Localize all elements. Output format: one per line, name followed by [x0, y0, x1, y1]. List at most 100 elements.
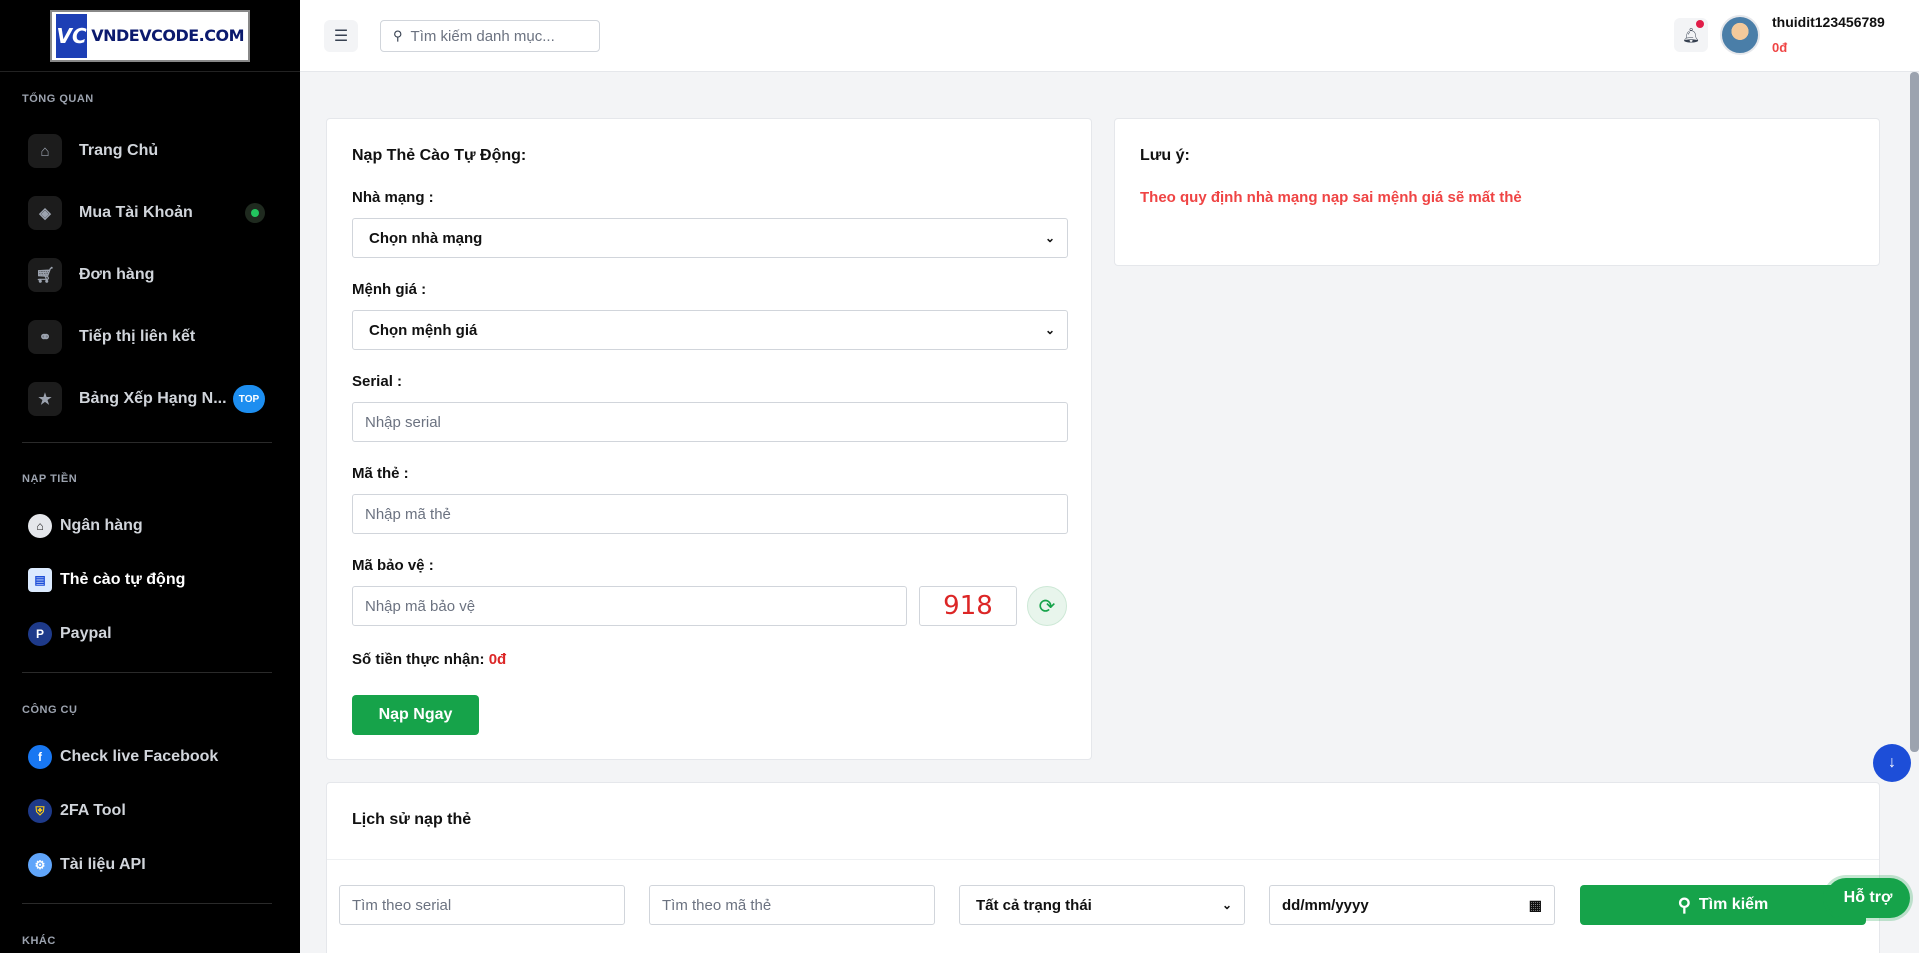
- received-value: 0đ: [488, 651, 507, 668]
- serial-filter-placeholder: Tìm theo serial: [352, 896, 452, 914]
- arrow-down-icon: ↓: [1888, 754, 1896, 771]
- sidebar-item-api-docs[interactable]: ⚙ Tài liệu API: [28, 850, 146, 880]
- username[interactable]: thuidit123456789: [1772, 14, 1885, 30]
- captcha-code: 918: [919, 586, 1017, 626]
- captcha-input[interactable]: Nhập mã bảo vệ: [352, 586, 907, 626]
- card-code-placeholder: Nhập mã thẻ: [365, 505, 451, 523]
- refresh-icon: ⟳: [1038, 595, 1056, 618]
- sidebar-item-orders[interactable]: 🛒︎ Đơn hàng: [28, 255, 273, 295]
- sidebar-item-home[interactable]: ⌂ Trang Chủ: [28, 131, 273, 171]
- history-title: Lịch sử nạp thẻ: [352, 811, 472, 828]
- note-card: Lưu ý: Theo quy định nhà mạng nạp sai mệ…: [1114, 118, 1880, 266]
- search-input[interactable]: ⚲ Tìm kiếm danh mục...: [380, 20, 600, 52]
- amount-select[interactable]: Chọn mệnh giá ⌄: [352, 310, 1068, 350]
- sidebar-item-paypal[interactable]: P Paypal: [28, 619, 112, 649]
- submit-topup-button[interactable]: Nạp Ngay: [352, 695, 479, 735]
- note-title: Lưu ý:: [1140, 147, 1190, 164]
- sidebar-divider: [22, 442, 272, 443]
- menu-toggle-button[interactable]: ☰: [324, 20, 358, 52]
- topup-form-title: Nạp Thẻ Cào Tự Động:: [352, 147, 527, 164]
- sidebar-divider: [22, 903, 272, 904]
- received-amount: Số tiền thực nhận: 0đ: [352, 651, 506, 668]
- note-text: Theo quy định nhà mạng nạp sai mệnh giá …: [1140, 189, 1522, 206]
- cart-icon: 🛒︎: [28, 258, 62, 292]
- history-divider: [327, 859, 1879, 860]
- date-filter-value: dd/mm/yyyy: [1282, 896, 1369, 914]
- code-filter-input[interactable]: Tìm theo mã thẻ: [649, 885, 935, 925]
- serial-filter-input[interactable]: Tìm theo serial: [339, 885, 625, 925]
- support-label: Hỗ trợ: [1843, 889, 1893, 906]
- search-icon: ⚲: [1677, 894, 1691, 915]
- card-icon: ▤: [28, 568, 52, 592]
- sidebar-item-label: Đơn hàng: [79, 266, 155, 283]
- sidebar-item-leaderboard[interactable]: ★ Bảng Xếp Hạng N... TOP: [28, 379, 273, 419]
- history-search-button[interactable]: ⚲ Tìm kiếm: [1580, 885, 1866, 925]
- sidebar-item-label: Paypal: [60, 625, 112, 642]
- section-title-other: KHÁC: [22, 935, 56, 947]
- serial-input[interactable]: Nhập serial: [352, 402, 1068, 442]
- sidebar-item-label: Trang Chủ: [79, 142, 159, 159]
- online-status-dot: [245, 203, 265, 223]
- chevron-down-icon: ⌄: [1044, 323, 1055, 337]
- captcha-label: Mã bảo vệ :: [352, 557, 434, 574]
- chevron-down-icon: ⌄: [1044, 231, 1055, 245]
- status-filter-select[interactable]: Tất cả trạng thái ⌄: [959, 885, 1245, 925]
- sidebar-item-affiliate[interactable]: ⚭ Tiếp thị liên kết: [28, 317, 273, 357]
- received-label: Số tiền thực nhận:: [352, 651, 485, 668]
- paypal-icon: P: [28, 622, 52, 646]
- carrier-select[interactable]: Chọn nhà mạng ⌄: [352, 218, 1068, 258]
- trophy-icon: ★: [28, 382, 62, 416]
- section-title-topup: NẠP TIỀN: [22, 473, 78, 485]
- history-search-label: Tìm kiếm: [1698, 896, 1769, 913]
- user-balance: 0đ: [1772, 40, 1788, 55]
- scroll-down-button[interactable]: ↓: [1873, 744, 1911, 782]
- section-title-tools: CÔNG CỤ: [22, 704, 78, 716]
- sidebar-item-check-facebook[interactable]: f Check live Facebook: [28, 742, 218, 772]
- section-title-overview: TỔNG QUAN: [22, 93, 94, 105]
- hamburger-icon: ☰: [333, 28, 349, 45]
- date-filter-input[interactable]: dd/mm/yyyy ▦: [1269, 885, 1555, 925]
- notification-button[interactable]: 🔔︎: [1674, 18, 1708, 52]
- sidebar-item-label: Mua Tài Khoản: [79, 204, 193, 221]
- sidebar-item-label: Check live Facebook: [60, 748, 219, 765]
- topup-form-card: Nạp Thẻ Cào Tự Động: Nhà mạng : Chọn nhà…: [326, 118, 1092, 760]
- status-filter-value: Tất cả trạng thái: [976, 896, 1092, 914]
- logo-area: VC VNDEVCODE.COM: [0, 0, 300, 72]
- sidebar-divider: [22, 672, 272, 673]
- amount-select-value: Chọn mệnh giá: [369, 321, 478, 339]
- home-icon: ⌂: [28, 134, 62, 168]
- serial-placeholder: Nhập serial: [365, 413, 441, 431]
- sidebar-item-label: Tài liệu API: [60, 856, 146, 873]
- avatar[interactable]: [1720, 15, 1760, 55]
- carrier-select-value: Chọn nhà mạng: [369, 229, 483, 247]
- share-icon: ⚭: [28, 320, 62, 354]
- sidebar-item-scratch-card[interactable]: ▤ Thẻ cào tự động: [28, 565, 185, 595]
- top-badge: TOP: [233, 385, 265, 413]
- amount-label: Mệnh giá :: [352, 281, 427, 298]
- api-gear-icon: ⚙: [28, 853, 52, 877]
- scrollbar[interactable]: [1910, 72, 1919, 752]
- bell-icon: 🔔︎: [1682, 26, 1700, 43]
- chevron-down-icon: ⌄: [1221, 898, 1232, 912]
- sidebar-item-buy-account[interactable]: ◈ Mua Tài Khoản: [28, 193, 273, 233]
- sidebar-item-label: Bảng Xếp Hạng N...: [79, 390, 227, 407]
- sidebar-item-bank[interactable]: ⌂ Ngân hàng: [28, 511, 143, 541]
- sidebar-item-label: Ngân hàng: [60, 517, 143, 534]
- code-filter-placeholder: Tìm theo mã thẻ: [662, 896, 772, 914]
- sidebar-item-label: Thẻ cào tự động: [60, 571, 186, 588]
- sidebar: VC VNDEVCODE.COM TỔNG QUAN ⌂ Trang Chủ ◈…: [0, 0, 300, 953]
- sidebar-item-label: 2FA Tool: [60, 802, 126, 819]
- submit-label: Nạp Ngay: [378, 706, 453, 723]
- top-header: ☰ ⚲ Tìm kiếm danh mục... 🔔︎ thuidit12345…: [300, 0, 1919, 72]
- shield-icon: ⛨: [28, 799, 52, 823]
- refresh-captcha-button[interactable]: ⟳: [1027, 586, 1067, 626]
- history-card: Lịch sử nạp thẻ Tìm theo serial Tìm theo…: [326, 782, 1880, 953]
- support-button[interactable]: Hỗ trợ: [1826, 878, 1910, 918]
- logo[interactable]: VC VNDEVCODE.COM: [50, 9, 250, 62]
- card-code-input[interactable]: Nhập mã thẻ: [352, 494, 1068, 534]
- logo-text: VNDEVCODE.COM: [91, 26, 244, 45]
- sidebar-item-label: Tiếp thị liên kết: [79, 328, 196, 345]
- captcha-placeholder: Nhập mã bảo vệ: [365, 597, 476, 615]
- calendar-icon: ▦: [1528, 896, 1542, 913]
- sidebar-item-2fa[interactable]: ⛨ 2FA Tool: [28, 796, 126, 826]
